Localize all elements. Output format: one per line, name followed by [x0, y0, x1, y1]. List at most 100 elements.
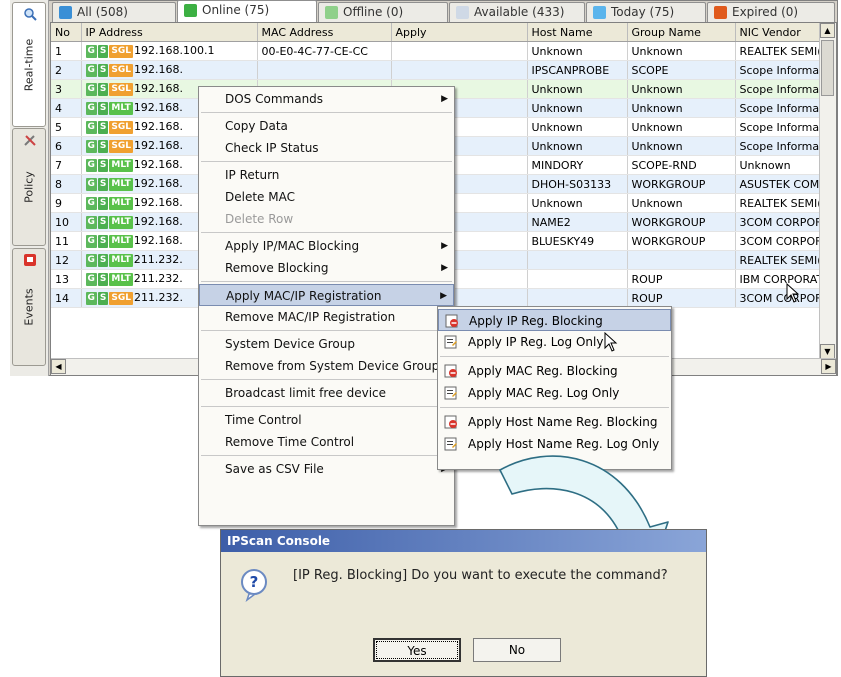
- vertical-scrollbar[interactable]: ▲ ▼: [819, 23, 836, 359]
- tab-available[interactable]: Available (433): [449, 2, 585, 22]
- menu-item-label: Broadcast limit free device: [225, 386, 387, 400]
- submenu-item[interactable]: Apply Host Name Reg. Blocking: [438, 411, 671, 433]
- s-status-icon: S: [97, 234, 109, 248]
- mlt-status-icon: MLT: [109, 101, 133, 115]
- mac-cell: [257, 60, 392, 80]
- host-cell: [527, 288, 628, 308]
- group-cell: [627, 250, 736, 270]
- s-status-icon: S: [97, 120, 109, 134]
- s-status-icon: S: [97, 63, 109, 77]
- host-cell: [527, 250, 628, 270]
- context-menu-item[interactable]: Time Control: [199, 409, 454, 431]
- dialog-message: [IP Reg. Blocking] Do you want to execut…: [293, 568, 668, 583]
- sgl-status-icon: SGL: [109, 63, 133, 77]
- menu-separator: [201, 330, 452, 331]
- host-cell: Unknown: [527, 98, 628, 118]
- scroll-right-button[interactable]: ▶: [821, 359, 836, 374]
- column-header[interactable]: IP Address: [81, 23, 258, 42]
- vendor-cell: IBM CORPORAT: [735, 269, 831, 289]
- vendor-cell: Scope Informat: [735, 60, 831, 80]
- tab-all[interactable]: All (508): [52, 2, 176, 22]
- tab-today[interactable]: Today (75): [586, 2, 706, 22]
- scroll-down-button[interactable]: ▼: [820, 344, 835, 359]
- column-header[interactable]: Host Name: [527, 23, 628, 42]
- context-menu-item[interactable]: Check IP Status: [199, 137, 454, 159]
- s-status-icon: S: [97, 158, 109, 172]
- ip-address-text: 192.168.: [133, 82, 183, 96]
- context-menu-item[interactable]: Apply IP/MAC Blocking ▶: [199, 235, 454, 257]
- context-menu-item[interactable]: Remove Blocking ▶: [199, 257, 454, 279]
- s-status-icon: S: [97, 177, 109, 191]
- table-row[interactable]: 2 G S SGL 192.168. IPSCANPROBE SCOPE Scope Info…: [51, 60, 831, 80]
- menu-separator: [201, 379, 452, 380]
- context-menu-item[interactable]: Apply MAC/IP Registration ▶: [199, 284, 454, 306]
- context-menu-item[interactable]: System Device Group: [199, 333, 454, 355]
- scroll-thumb[interactable]: [821, 40, 834, 96]
- host-cell: Unknown: [527, 117, 628, 137]
- s-status-icon: S: [97, 196, 109, 210]
- column-header[interactable]: No: [51, 23, 82, 42]
- context-menu-item[interactable]: Save as CSV File▶: [199, 458, 454, 480]
- mouse-cursor-icon: [786, 283, 800, 303]
- vendor-cell: Unknown: [735, 155, 831, 175]
- scroll-left-button[interactable]: ◀: [51, 359, 66, 374]
- context-menu-item[interactable]: Delete MAC: [199, 186, 454, 208]
- context-menu-item[interactable]: Remove Time Control▶: [199, 431, 454, 453]
- menu-item-label: Delete Row: [225, 212, 294, 226]
- context-menu-item[interactable]: IP Return: [199, 164, 454, 186]
- mlt-status-icon: MLT: [109, 272, 133, 286]
- submenu-item[interactable]: Apply MAC Reg. Log Only: [438, 382, 671, 404]
- tab-online[interactable]: Online (75): [177, 0, 317, 22]
- tab-offline[interactable]: Offline (0): [318, 2, 448, 22]
- column-header[interactable]: MAC Address: [257, 23, 392, 42]
- side-tab-policy[interactable]: Policy: [12, 128, 46, 246]
- g-status-icon: G: [85, 139, 97, 153]
- vendor-cell: ASUSTEK COMF: [735, 174, 831, 194]
- tab-label: Offline (0): [343, 5, 404, 19]
- submenu-item[interactable]: Apply IP Reg. Log Only: [438, 331, 671, 353]
- mlt-status-icon: MLT: [109, 196, 133, 210]
- context-menu-item: Delete Row: [199, 208, 454, 230]
- menu-item-label: Check IP Status: [225, 141, 319, 155]
- column-header[interactable]: Group Name: [627, 23, 736, 42]
- group-cell: Unknown: [627, 117, 736, 137]
- menu-item-label: System Device Group: [225, 337, 355, 351]
- no-cell: 3: [51, 79, 82, 99]
- submenu-item[interactable]: Apply IP Reg. Blocking: [438, 309, 671, 331]
- log-icon: [444, 335, 457, 349]
- no-cell: 11: [51, 231, 82, 251]
- host-cell: Unknown: [527, 41, 628, 61]
- no-cell: 4: [51, 98, 82, 118]
- available-icon: [456, 6, 469, 19]
- yes-button[interactable]: Yes: [373, 638, 461, 662]
- dialog-title: IPScan Console: [221, 530, 706, 552]
- context-menu-item[interactable]: Remove from System Device Group: [199, 355, 454, 377]
- g-status-icon: G: [85, 196, 97, 210]
- submenu-item[interactable]: Apply MAC Reg. Blocking: [438, 360, 671, 382]
- menu-item-label: Apply MAC/IP Registration: [226, 289, 382, 303]
- context-menu-item[interactable]: Remove MAC/IP Registration: [199, 306, 454, 328]
- ip-address-text: 211.232.: [133, 291, 183, 305]
- g-status-icon: G: [85, 253, 97, 267]
- group-cell: Unknown: [627, 193, 736, 213]
- side-tab-bar: Real-time Policy Events: [10, 0, 49, 376]
- scroll-up-button[interactable]: ▲: [820, 23, 835, 38]
- context-menu-item[interactable]: Copy Data: [199, 115, 454, 137]
- column-header[interactable]: NIC Vendor: [735, 23, 831, 42]
- no-button[interactable]: No: [473, 638, 561, 662]
- context-menu-item[interactable]: DOS Commands ▶: [199, 88, 454, 110]
- ip-address-text: 192.168.: [133, 63, 183, 77]
- table-row[interactable]: 1 G S SGL 192.168.100.1 00-E0-4C-77-CE-CC Unkn…: [51, 41, 831, 61]
- menu-item-label: Save as CSV File: [225, 462, 324, 476]
- no-cell: 8: [51, 174, 82, 194]
- menu-separator: [201, 232, 452, 233]
- context-menu-item[interactable]: Broadcast limit free device: [199, 382, 454, 404]
- side-tab-realtime[interactable]: Real-time: [12, 2, 46, 127]
- tab-expired[interactable]: Expired (0): [707, 2, 835, 22]
- ip-address-text: 192.168.: [133, 158, 183, 172]
- ip-address-text: 192.168.: [133, 234, 183, 248]
- no-cell: 9: [51, 193, 82, 213]
- column-header[interactable]: Apply: [391, 23, 528, 42]
- side-tab-events[interactable]: Events: [12, 248, 46, 366]
- search-icon: [24, 8, 37, 21]
